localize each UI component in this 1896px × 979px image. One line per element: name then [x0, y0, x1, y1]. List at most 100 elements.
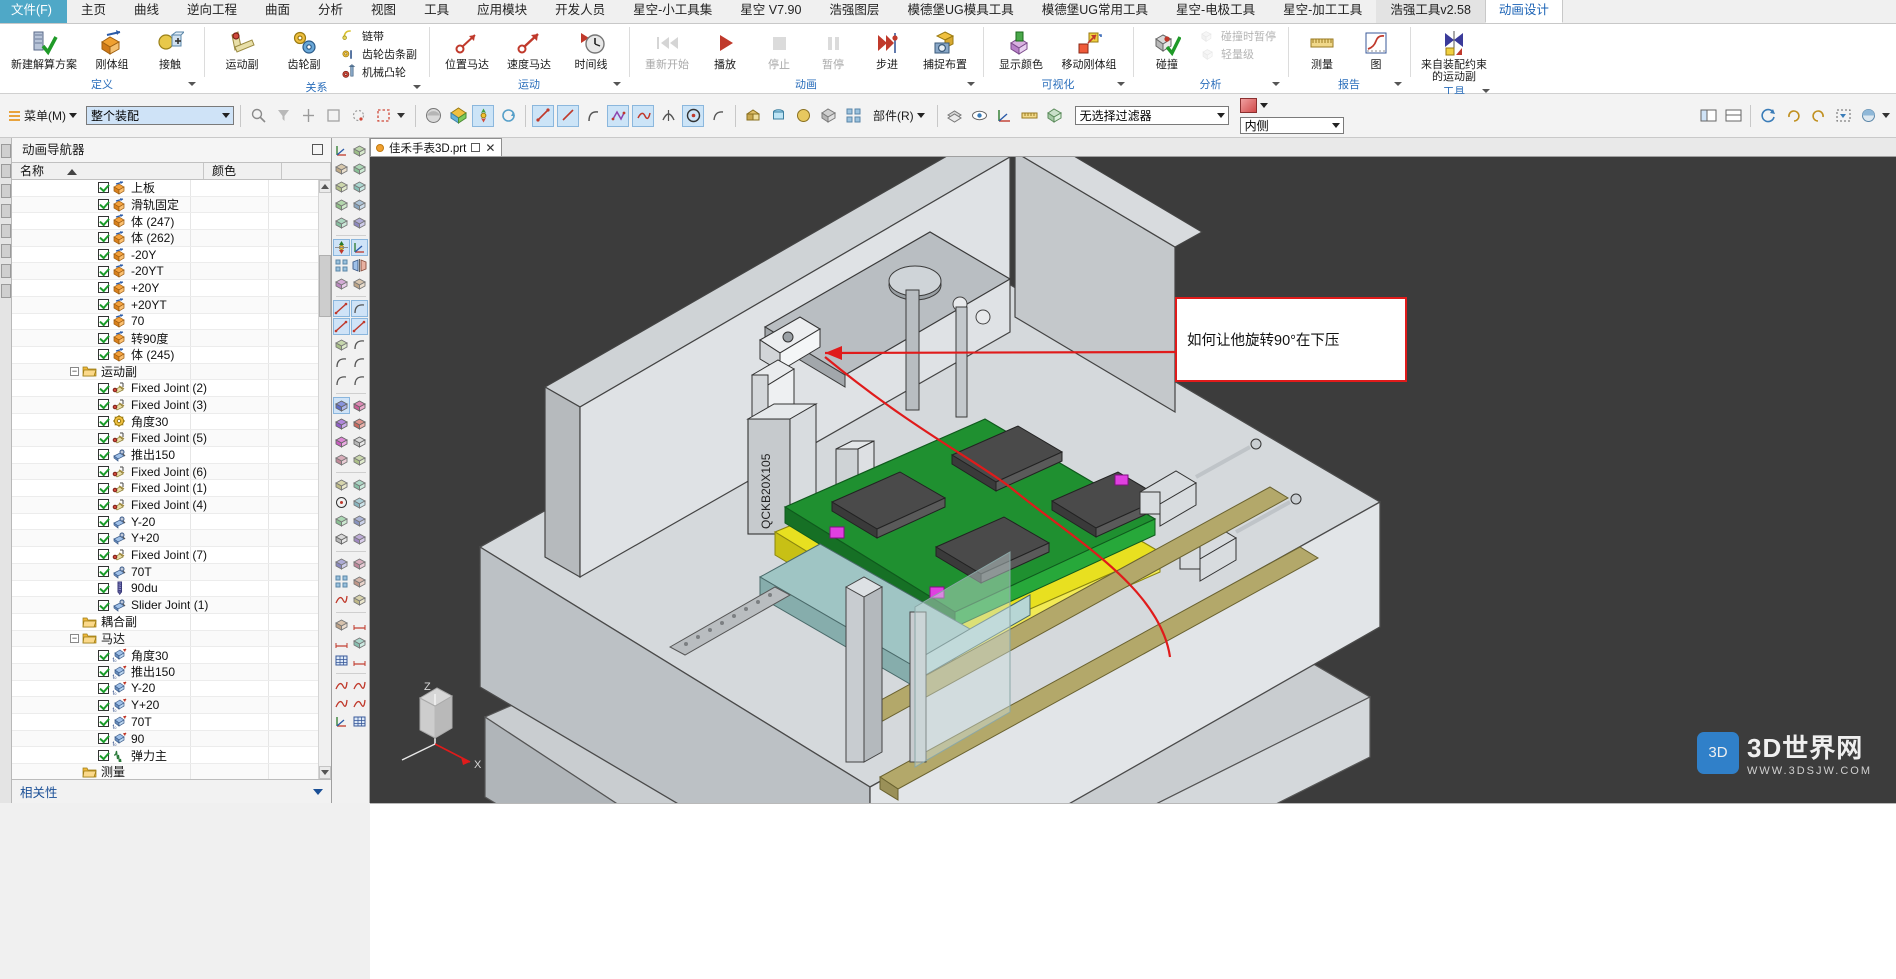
ribbon-button-rigid-body[interactable]: 刚体组	[82, 26, 142, 73]
resource-tab-reuse[interactable]	[1, 204, 11, 218]
cell-color[interactable]	[190, 263, 268, 280]
ribbon-tab-8[interactable]: 应用模块	[463, 0, 541, 23]
resource-tab-constraint[interactable]	[1, 164, 11, 178]
row-checkbox[interactable]	[98, 399, 109, 411]
table-row[interactable]: t₀ 70T	[12, 714, 318, 731]
rect-select-icon[interactable]	[372, 105, 394, 127]
chamfer-icon[interactable]	[333, 160, 350, 177]
ribbon-tab-11[interactable]: 星空 V7.90	[726, 0, 815, 23]
pattern-icon[interactable]	[842, 105, 864, 127]
cell-color[interactable]	[190, 563, 268, 580]
extrude-icon[interactable]	[333, 397, 350, 414]
row-checkbox[interactable]	[98, 432, 109, 444]
boss-icon[interactable]	[333, 512, 350, 529]
fillet-icon[interactable]	[351, 142, 368, 159]
resource-tab-history[interactable]	[1, 224, 11, 238]
cell-extra[interactable]	[268, 697, 318, 713]
window-arrange-icon[interactable]	[1722, 105, 1744, 127]
resource-tab-web[interactable]	[1, 264, 11, 278]
cell-color[interactable]	[190, 530, 268, 547]
table-row[interactable]: -20Y	[12, 246, 318, 264]
symbol-icon[interactable]	[351, 634, 368, 651]
cell-extra[interactable]	[268, 280, 318, 296]
cell-color[interactable]	[190, 363, 268, 380]
cell-color[interactable]	[190, 547, 268, 563]
table-row[interactable]: 90du	[12, 580, 318, 598]
chevron-down-icon[interactable]	[1882, 113, 1890, 118]
ribbon-button-play[interactable]: 播放	[699, 26, 751, 73]
row-checkbox[interactable]	[98, 282, 109, 294]
row-checkbox[interactable]	[98, 749, 109, 761]
find-object-icon[interactable]	[247, 105, 269, 127]
clearance-icon[interactable]	[351, 591, 368, 608]
cone-icon[interactable]	[333, 433, 350, 450]
wcs-dynamics-icon[interactable]	[351, 239, 368, 256]
cell-color[interactable]	[190, 680, 268, 697]
ribbon-tab-6[interactable]: 视图	[357, 0, 410, 23]
row-checkbox[interactable]	[98, 415, 109, 427]
chevron-down-icon[interactable]	[613, 82, 621, 86]
cell-color[interactable]	[190, 730, 268, 747]
cell-color[interactable]	[190, 580, 268, 597]
table-row[interactable]: 转90度	[12, 330, 318, 347]
row-checkbox[interactable]	[98, 733, 109, 745]
table-row[interactable]: t₀ Y+20	[12, 697, 318, 714]
arc-tool-icon[interactable]	[582, 105, 604, 127]
row-checkbox[interactable]	[98, 349, 109, 361]
column-header-extra[interactable]	[282, 163, 331, 179]
ribbon-button-cam[interactable]: 机械凸轮	[336, 63, 421, 81]
table-row[interactable]: 角度30	[12, 413, 318, 431]
pad-icon[interactable]	[333, 530, 350, 547]
cell-extra[interactable]	[268, 563, 318, 580]
row-checkbox[interactable]	[98, 449, 109, 461]
ribbon-button-gear-pair[interactable]: 齿轮副	[274, 26, 334, 73]
helix-icon[interactable]	[657, 105, 679, 127]
line-tool-icon[interactable]	[532, 104, 554, 127]
analysis-icon[interactable]	[333, 677, 350, 694]
chevron-down-icon[interactable]	[1394, 82, 1402, 86]
chevron-down-icon[interactable]	[1259, 102, 1268, 108]
pattern-feature-icon[interactable]	[333, 257, 350, 274]
cell-color[interactable]	[190, 346, 268, 363]
revolve-icon[interactable]	[767, 105, 789, 127]
chevron-down-icon[interactable]	[413, 85, 421, 89]
table-row[interactable]: +20Y	[12, 280, 318, 297]
row-checkbox[interactable]	[98, 215, 109, 227]
cell-color[interactable]	[190, 380, 268, 396]
table-row[interactable]: t₀ 90	[12, 730, 318, 748]
fit-view-icon[interactable]	[1832, 105, 1854, 127]
cylinder-icon[interactable]	[351, 415, 368, 432]
cell-extra[interactable]	[268, 513, 318, 530]
dependencies-collapsible[interactable]: 相关性	[12, 779, 331, 803]
ribbon-button-joint[interactable]: 运动副	[212, 26, 272, 73]
pocket-icon[interactable]	[351, 512, 368, 529]
slot-icon[interactable]	[351, 530, 368, 547]
table-row[interactable]: Slider Joint (1)	[12, 597, 318, 614]
row-checkbox[interactable]	[98, 332, 109, 344]
ribbon-tab-4[interactable]: 曲面	[251, 0, 304, 23]
cell-color[interactable]	[190, 463, 268, 480]
table-row[interactable]: 体 (245)	[12, 346, 318, 364]
ribbon-tab-3[interactable]: 逆向工程	[173, 0, 251, 23]
cell-color[interactable]	[190, 230, 268, 246]
cell-color[interactable]	[190, 213, 268, 230]
cell-color[interactable]	[190, 747, 268, 764]
chevron-down-icon[interactable]	[1272, 82, 1280, 86]
hole-icon[interactable]	[333, 494, 350, 511]
cell-extra[interactable]	[268, 530, 318, 547]
divide-icon[interactable]	[351, 275, 368, 292]
cell-color[interactable]	[190, 280, 268, 296]
cell-color[interactable]	[190, 764, 268, 779]
thread-icon[interactable]	[351, 494, 368, 511]
ribbon-button-capture-arrangement[interactable]: 捕捉布置	[915, 26, 975, 73]
table-row[interactable]: +20YT	[12, 296, 318, 314]
box-icon[interactable]	[817, 105, 839, 127]
sketch-icon[interactable]	[322, 105, 344, 127]
table-row[interactable]: Fixed Joint (2)	[12, 380, 318, 397]
undo-icon[interactable]	[1782, 105, 1804, 127]
ribbon-button-collision[interactable]: 碰撞	[1141, 26, 1193, 73]
project-curve-icon[interactable]	[333, 354, 350, 371]
table-row[interactable]: t₀ 角度30	[12, 647, 318, 664]
offset-curve-icon[interactable]	[333, 372, 350, 389]
cell-extra[interactable]	[268, 597, 318, 613]
